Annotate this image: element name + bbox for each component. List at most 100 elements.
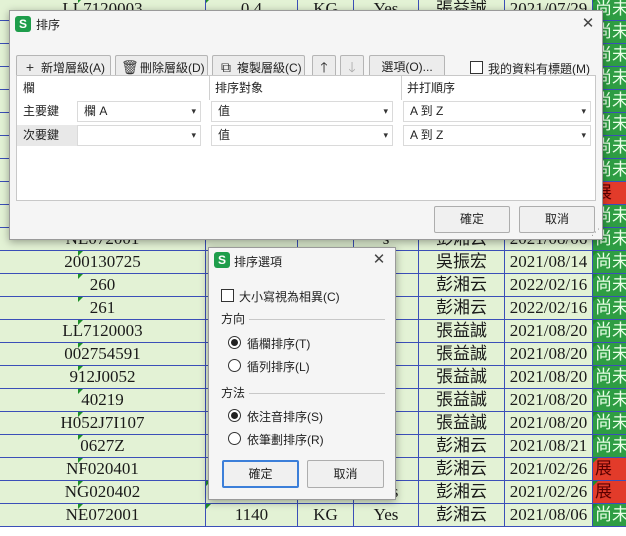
table-cell[interactable]: 彭湘云 — [419, 458, 505, 481]
table-cell[interactable]: 2021/08/21 — [505, 435, 593, 458]
table-cell[interactable]: 2021/02/26 — [505, 458, 593, 481]
table-cell[interactable]: Yes — [354, 504, 419, 527]
table-cell[interactable]: NE072001 — [0, 504, 206, 527]
cell-marker-icon — [593, 458, 598, 463]
sort-dialog-titlebar[interactable]: S 排序 ✕ — [10, 11, 602, 35]
table-cell[interactable]: 尚未 — [593, 412, 626, 435]
table-cell[interactable]: 1140 — [206, 504, 298, 527]
cell-marker-icon — [593, 297, 598, 302]
table-cell[interactable]: 200130725 — [0, 251, 206, 274]
wps-logo-icon: S — [15, 16, 31, 32]
table-cell[interactable]: 尚未 — [593, 366, 626, 389]
table-cell[interactable]: 張益誠 — [419, 389, 505, 412]
table-cell[interactable]: 張益誠 — [419, 366, 505, 389]
chevron-down-icon: ▾ — [191, 106, 196, 116]
table-cell[interactable]: KG — [298, 504, 354, 527]
cell-marker-icon — [78, 297, 83, 302]
table-cell[interactable]: 彭湘云 — [419, 297, 505, 320]
table-cell[interactable]: 尚未 — [593, 389, 626, 412]
table-cell[interactable]: 2021/08/20 — [505, 389, 593, 412]
table-cell[interactable]: 2021/08/06 — [505, 504, 593, 527]
table-cell[interactable]: 彭湘云 — [419, 274, 505, 297]
cell-marker-icon — [78, 504, 83, 509]
table-cell[interactable]: 展 — [593, 458, 626, 481]
method-phonetic-label: 依注音排序(S) — [247, 410, 323, 424]
sort-on-select[interactable]: 值 ▾ — [211, 101, 393, 122]
close-icon[interactable]: ✕ — [369, 250, 389, 270]
cell-marker-icon — [593, 504, 598, 509]
table-cell[interactable]: 912J0052 — [0, 366, 206, 389]
table-cell[interactable]: 261 — [0, 297, 206, 320]
table-cell[interactable]: 40219 — [0, 389, 206, 412]
sort-level-row[interactable]: 主要鍵 欄 A ▾ 值 ▾ A 到 Z ▾ — [17, 101, 595, 124]
sort-level-row[interactable]: 次要鍵 ▾ 值 ▾ A 到 Z ▾ — [17, 125, 595, 148]
column-select[interactable]: ▾ — [77, 125, 201, 146]
table-cell[interactable]: 尚未 — [593, 251, 626, 274]
has-headers-checkbox[interactable] — [470, 61, 483, 74]
sort-top-bottom-radio[interactable] — [228, 336, 241, 349]
case-sensitive-checkbox[interactable] — [221, 289, 234, 302]
table-cell[interactable]: 彭湘云 — [419, 504, 505, 527]
table-cell[interactable]: 2022/02/16 — [505, 274, 593, 297]
cell-marker-icon — [78, 481, 83, 486]
sort-left-right-radio[interactable] — [228, 359, 241, 372]
order-select[interactable]: A 到 Z ▾ — [403, 101, 591, 122]
table-cell[interactable]: 2021/02/26 — [505, 481, 593, 504]
method-phonetic-radio[interactable] — [228, 409, 241, 422]
order-select[interactable]: A 到 Z ▾ — [403, 125, 591, 146]
cell-marker-icon — [593, 481, 598, 486]
sort-on-select[interactable]: 值 ▾ — [211, 125, 393, 146]
resize-grip-icon[interactable]: ⋰ — [591, 227, 600, 238]
table-cell[interactable]: 展 — [593, 481, 626, 504]
cell-marker-icon — [593, 274, 598, 279]
table-cell[interactable]: 尚未 — [593, 504, 626, 527]
column-header: 欄 — [23, 81, 36, 95]
table-cell[interactable]: 2021/08/20 — [505, 320, 593, 343]
cell-marker-icon — [206, 0, 211, 3]
method-stroke-radio[interactable] — [228, 432, 241, 445]
close-icon[interactable]: ✕ — [578, 14, 598, 34]
cell-marker-icon — [593, 366, 598, 371]
cell-marker-icon — [78, 320, 83, 325]
table-cell[interactable]: 尚未 — [593, 320, 626, 343]
table-cell[interactable]: 彭湘云 — [419, 481, 505, 504]
cell-marker-icon — [593, 320, 598, 325]
sort-ok-button[interactable]: 確定 — [434, 206, 510, 233]
table-cell[interactable]: 尚未 — [593, 435, 626, 458]
cell-marker-icon — [593, 389, 598, 394]
table-cell[interactable]: 2021/08/20 — [505, 366, 593, 389]
table-cell[interactable]: LL7120003 — [0, 320, 206, 343]
cell-marker-icon — [78, 274, 83, 279]
table-cell[interactable]: H052J7I107 — [0, 412, 206, 435]
table-cell[interactable]: 尚未 — [593, 274, 626, 297]
table-row: NE072001 1140 KG Yes 彭湘云 2021/08/06 尚未 — [0, 504, 626, 527]
table-cell[interactable]: 尚未 — [593, 343, 626, 366]
table-cell[interactable]: 彭湘云 — [419, 435, 505, 458]
table-cell[interactable]: 002754591 — [0, 343, 206, 366]
table-cell[interactable]: 260 — [0, 274, 206, 297]
table-cell[interactable]: 張益誠 — [419, 320, 505, 343]
cell-marker-icon — [593, 0, 598, 3]
options-dialog-titlebar[interactable]: S 排序選項 ✕ — [209, 248, 395, 272]
column-select[interactable]: 欄 A ▾ — [77, 101, 201, 122]
divider — [249, 393, 385, 394]
table-cell[interactable]: 張益誠 — [419, 343, 505, 366]
table-cell[interactable]: 2021/08/14 — [505, 251, 593, 274]
divider — [401, 76, 402, 100]
chevron-down-icon: ▾ — [581, 130, 586, 140]
table-cell[interactable]: NF020401 — [0, 458, 206, 481]
table-cell[interactable]: 2021/08/20 — [505, 343, 593, 366]
table-cell[interactable]: 0627Z — [0, 435, 206, 458]
table-cell[interactable]: 2021/08/20 — [505, 412, 593, 435]
sort-cancel-button[interactable]: 取消 — [519, 206, 595, 233]
options-dialog-title: 排序選項 — [234, 255, 283, 269]
table-cell[interactable]: 吳振宏 — [419, 251, 505, 274]
chevron-down-icon: ▾ — [581, 106, 586, 116]
table-cell[interactable]: 2022/02/16 — [505, 297, 593, 320]
table-cell[interactable]: 張益誠 — [419, 412, 505, 435]
options-cancel-button[interactable]: 取消 — [307, 460, 384, 488]
sort-left-right-label: 循列排序(L) — [247, 360, 310, 374]
table-cell[interactable]: NG020402 — [0, 481, 206, 504]
options-ok-button[interactable]: 確定 — [222, 460, 299, 488]
table-cell[interactable]: 尚未 — [593, 297, 626, 320]
